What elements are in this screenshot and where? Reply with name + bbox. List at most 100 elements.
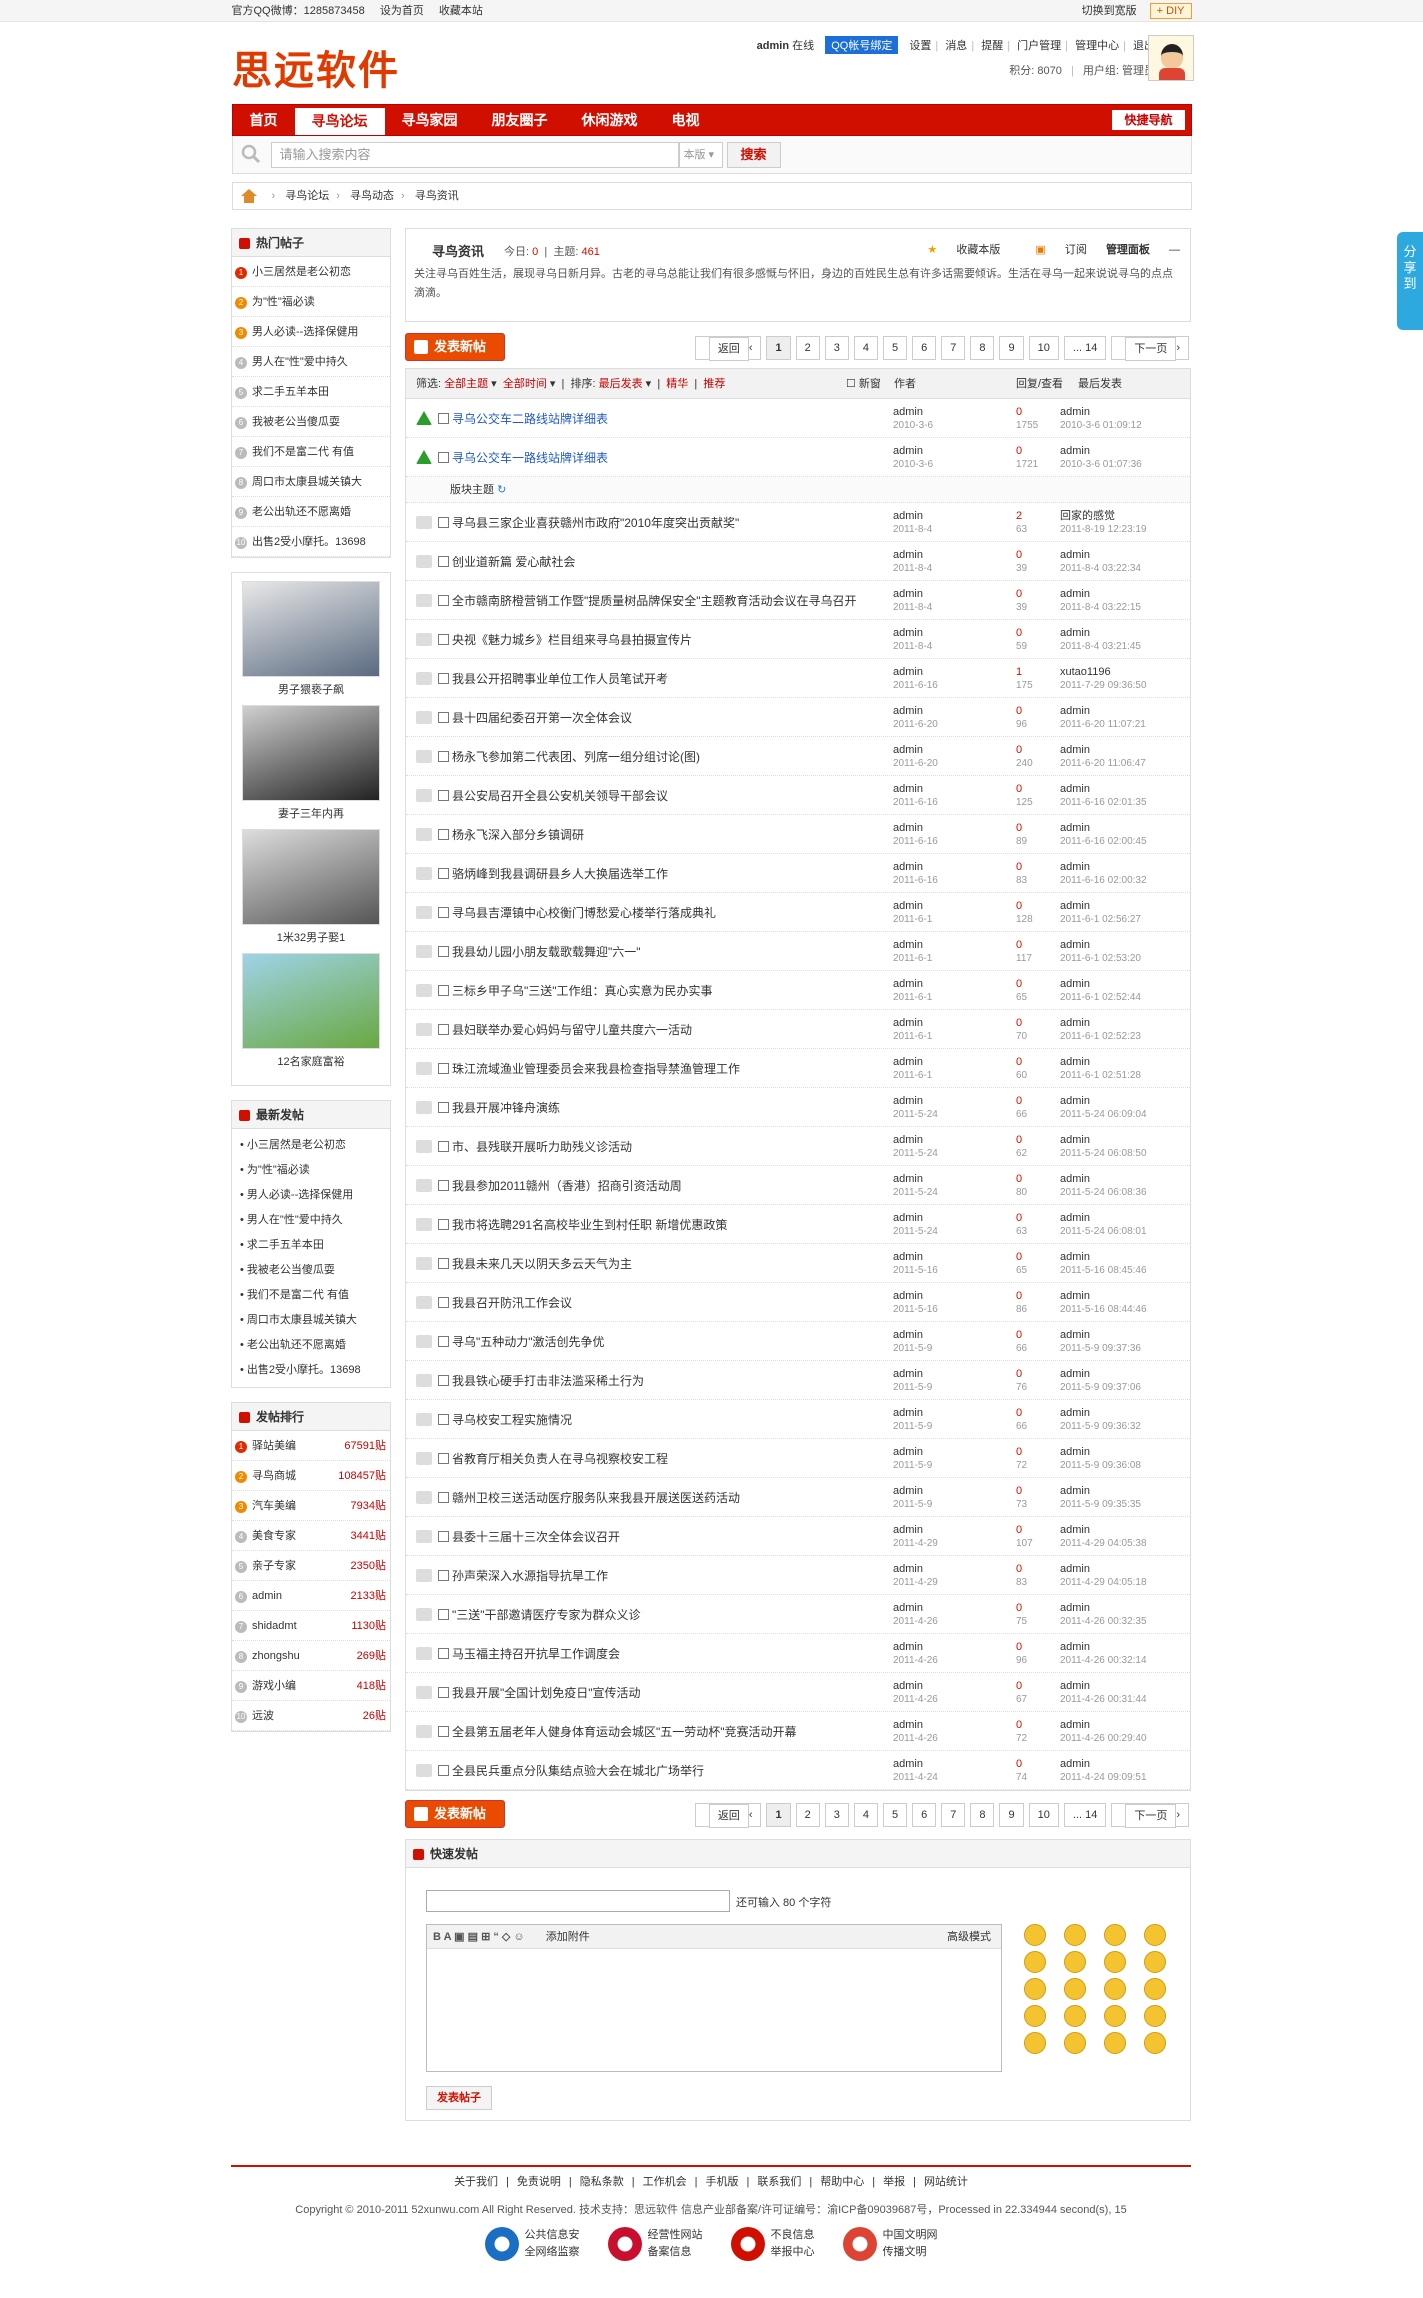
footer-badge[interactable]: 中国文明网 传播文明 bbox=[842, 2227, 938, 2261]
page-button[interactable]: 9 bbox=[999, 336, 1024, 360]
rank-user-name[interactable]: 汽车美编 bbox=[252, 1500, 296, 1512]
new-thread-button[interactable]: 发表新帖 bbox=[405, 333, 505, 361]
last-post-user[interactable]: admin bbox=[1060, 743, 1146, 757]
last-post-user[interactable]: admin bbox=[1060, 1367, 1141, 1381]
hot-post-item[interactable]: 2 为"性"福必读 bbox=[232, 287, 390, 317]
last-post-date[interactable]: 2011-6-16 02:00:45 bbox=[1060, 835, 1147, 849]
thread-author[interactable]: admin bbox=[893, 1757, 938, 1771]
attach-button[interactable]: 添加附件 bbox=[546, 1931, 590, 1943]
thread-title[interactable]: 我县召开防汛工作会议 bbox=[452, 1294, 572, 1312]
thread-checkbox[interactable] bbox=[438, 1765, 449, 1776]
submit-post-button[interactable]: 发表帖子 bbox=[426, 2086, 492, 2110]
last-post-date[interactable]: 2011-4-26 00:31:44 bbox=[1060, 1693, 1147, 1707]
rank-item[interactable]: 8 zhongshu 269贴 bbox=[232, 1641, 390, 1671]
last-post-date[interactable]: 2011-6-1 02:52:44 bbox=[1060, 991, 1141, 1005]
rank-user-name[interactable]: 寻鸟商城 bbox=[252, 1470, 296, 1482]
last-post-date[interactable]: 2011-4-24 09:09:51 bbox=[1060, 1771, 1147, 1785]
hot-post-title[interactable]: 我被老公当傻瓜耍 bbox=[252, 416, 340, 428]
last-post-date[interactable]: 2011-5-9 09:36:32 bbox=[1060, 1420, 1141, 1434]
search-button[interactable]: 搜索 bbox=[726, 142, 781, 168]
thread-checkbox[interactable] bbox=[438, 556, 449, 567]
smiley-icon[interactable] bbox=[1064, 1978, 1086, 2000]
thread-checkbox[interactable] bbox=[438, 1297, 449, 1308]
thread-title[interactable]: 全县第五届老年人健身体育运动会城区"五一劳动杯"竞赛活动开幕 bbox=[452, 1723, 797, 1741]
page-button[interactable]: 9 bbox=[999, 1803, 1024, 1827]
last-post-user[interactable]: admin bbox=[1060, 782, 1147, 796]
thread-checkbox[interactable] bbox=[438, 517, 449, 528]
prev-page-button[interactable]: ‹ 返回 bbox=[694, 1803, 762, 1828]
smiley-icon[interactable] bbox=[1104, 1924, 1126, 1946]
page-button[interactable]: ... 14 bbox=[1063, 1803, 1107, 1827]
thread-author[interactable]: admin bbox=[893, 587, 932, 601]
newest-post-title[interactable]: 我被老公当傻瓜耍 bbox=[247, 1264, 335, 1276]
smiley-icon[interactable] bbox=[1144, 1951, 1166, 1973]
last-post-date[interactable]: 2011-4-26 00:29:40 bbox=[1060, 1732, 1147, 1746]
hot-post-title[interactable]: 为"性"福必读 bbox=[252, 296, 315, 308]
footer-link[interactable]: 手机版 bbox=[706, 2176, 739, 2188]
thread-title-cell[interactable]: 我县公开招聘事业单位工作人员笔试开考 bbox=[438, 659, 878, 698]
last-post-date[interactable]: 2010-3-6 01:07:36 bbox=[1060, 458, 1142, 472]
newest-post-item[interactable]: • 求二手五羊本田 bbox=[232, 1233, 390, 1258]
page-button[interactable]: 7 bbox=[941, 336, 966, 360]
hot-post-title[interactable]: 我们不是富二代 有值 bbox=[252, 446, 354, 458]
thread-title-cell[interactable]: 县妇联举办爱心妈妈与留守儿童共度六一活动 bbox=[438, 1010, 878, 1049]
thread-title-cell[interactable]: 我县幼儿园小朋友载歌载舞迎"六一" bbox=[438, 932, 878, 971]
thread-author[interactable]: admin bbox=[893, 1172, 938, 1186]
last-post-date[interactable]: 2011-4-29 04:05:18 bbox=[1060, 1576, 1147, 1590]
breadcrumb-current[interactable]: 寻鸟资讯 bbox=[415, 190, 459, 202]
last-post-user[interactable]: admin bbox=[1060, 548, 1141, 562]
qq-bind-button[interactable]: QQ帐号绑定 bbox=[825, 36, 899, 54]
thread-title[interactable]: 我县开展冲锋舟演练 bbox=[452, 1099, 560, 1117]
footer-link[interactable]: 工作机会 bbox=[643, 2176, 687, 2188]
photo-item[interactable]: 妻子三年内再 bbox=[232, 705, 390, 821]
thread-author[interactable]: admin bbox=[893, 899, 932, 913]
last-post-user[interactable]: admin bbox=[1060, 1289, 1147, 1303]
newest-post-item[interactable]: • 出售2受小摩托。13698 bbox=[232, 1358, 390, 1383]
advanced-mode-link[interactable]: 高级模式 bbox=[947, 1925, 991, 1949]
photo-caption[interactable]: 妻子三年内再 bbox=[232, 805, 390, 821]
admin-panel-button[interactable]: 管理面板 bbox=[1106, 244, 1150, 256]
newest-post-title[interactable]: 求二手五羊本田 bbox=[247, 1239, 324, 1251]
thread-title[interactable]: 杨永飞深入部分乡镇调研 bbox=[452, 826, 584, 844]
smiley-icon[interactable] bbox=[1064, 2005, 1086, 2027]
thread-title-cell[interactable]: 创业道新篇 爱心献社会 bbox=[438, 542, 878, 581]
thread-title[interactable]: 县公安局召开全县公安机关领导干部会议 bbox=[452, 787, 668, 805]
last-post-user[interactable]: admin bbox=[1060, 1640, 1147, 1654]
newest-post-title[interactable]: 男人在"性"爱中持久 bbox=[247, 1214, 343, 1226]
smiley-icon[interactable] bbox=[1024, 1951, 1046, 1973]
thread-author[interactable]: admin bbox=[893, 1601, 938, 1615]
last-post-user[interactable]: admin bbox=[1060, 1211, 1147, 1225]
thread-title[interactable]: 我县幼儿园小朋友载歌载舞迎"六一" bbox=[452, 943, 641, 961]
thread-author[interactable]: admin bbox=[893, 704, 938, 718]
thread-title-cell[interactable]: 寻乌公交车二路线站牌详细表 bbox=[438, 399, 878, 438]
last-post-date[interactable]: 2011-5-9 09:37:36 bbox=[1060, 1342, 1141, 1356]
last-post-user[interactable]: admin bbox=[1060, 1133, 1147, 1147]
thread-checkbox[interactable] bbox=[438, 790, 449, 801]
thread-title[interactable]: 县妇联举办爱心妈妈与留守儿童共度六一活动 bbox=[452, 1021, 692, 1039]
thread-author[interactable]: admin bbox=[893, 1289, 938, 1303]
hot-post-title[interactable]: 小三居然是老公初恋 bbox=[252, 266, 351, 278]
last-post-date[interactable]: 2011-5-24 06:08:36 bbox=[1060, 1186, 1147, 1200]
breadcrumb-forum[interactable]: 寻鸟论坛 bbox=[285, 190, 329, 202]
hot-post-item[interactable]: 8 周口市太康县城关镇大 bbox=[232, 467, 390, 497]
thread-title[interactable]: 县委十三届十三次全体会议召开 bbox=[452, 1528, 620, 1546]
thread-title[interactable]: 我县铁心硬手打击非法滥采稀土行为 bbox=[452, 1372, 644, 1390]
footer-link[interactable]: 帮助中心 bbox=[820, 2176, 864, 2188]
hot-post-title[interactable]: 周口市太康县城关镇大 bbox=[252, 476, 362, 488]
diy-button[interactable]: + DIY bbox=[1149, 3, 1192, 19]
page-button[interactable]: 5 bbox=[882, 336, 908, 360]
thread-checkbox[interactable] bbox=[438, 1726, 449, 1737]
page-button[interactable]: 1 bbox=[766, 1803, 791, 1827]
smiley-icon[interactable] bbox=[1064, 1951, 1086, 1973]
rank-item[interactable]: 7 shidadmt 1130贴 bbox=[232, 1611, 390, 1641]
photo-thumbnail[interactable] bbox=[242, 581, 380, 677]
newest-post-title[interactable]: 周口市太康县城关镇大 bbox=[247, 1314, 357, 1326]
newest-post-item[interactable]: • 我被老公当傻瓜耍 bbox=[232, 1258, 390, 1283]
smiley-icon[interactable] bbox=[1064, 2032, 1086, 2054]
thread-title[interactable]: 寻乌县吉潭镇中心校衡门博愁爱心楼举行落成典礼 bbox=[452, 904, 716, 922]
last-post-date[interactable]: 2011-8-4 03:21:45 bbox=[1060, 640, 1141, 654]
thread-checkbox[interactable] bbox=[438, 1687, 449, 1698]
last-post-user[interactable]: admin bbox=[1060, 1484, 1141, 1498]
smiley-icon[interactable] bbox=[1144, 1978, 1166, 2000]
search-scope-select[interactable]: 本版 ▾ bbox=[678, 142, 723, 168]
